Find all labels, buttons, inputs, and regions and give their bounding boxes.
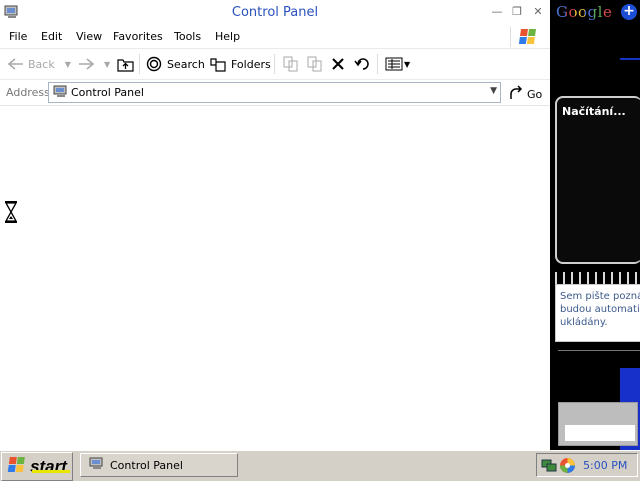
move-to-button[interactable] — [283, 55, 299, 73]
hourglass-icon — [4, 201, 18, 226]
search-icon — [146, 56, 163, 73]
system-tray: 5:00 PM — [536, 453, 638, 477]
back-dropdown-icon[interactable]: ▼ — [65, 60, 71, 69]
control-panel-icon — [53, 85, 69, 102]
undo-icon — [354, 57, 371, 71]
start-button[interactable]: start — [1, 452, 73, 481]
folders-button[interactable]: Folders — [210, 55, 271, 73]
back-arrow-icon — [8, 58, 24, 70]
google-logo-text: Google — [556, 3, 613, 21]
windows-flag-icon — [7, 456, 27, 477]
minimize-button[interactable]: — — [490, 5, 504, 19]
start-highlight — [32, 470, 70, 473]
clock[interactable]: 5:00 PM — [583, 459, 627, 472]
restore-button[interactable]: ❐ — [510, 5, 524, 19]
views-button[interactable]: ▼ — [385, 55, 410, 73]
search-label: Search — [167, 57, 205, 71]
menu-edit[interactable]: Edit — [41, 30, 62, 43]
taskbar-button-label: Control Panel — [110, 458, 183, 472]
menu-help[interactable]: Help — [215, 30, 240, 43]
menu-tools[interactable]: Tools — [174, 30, 201, 43]
control-panel-window: Control Panel — ❐ ✕ File Edit View Favor… — [0, 0, 550, 450]
address-label: Address — [6, 86, 50, 99]
sidebar-search-input[interactable] — [565, 425, 635, 441]
toolbar-separator — [139, 54, 140, 74]
address-value: Control Panel — [71, 86, 144, 99]
go-arrow-icon — [508, 85, 524, 104]
scratch-pad-line: ukládány. — [560, 317, 608, 328]
up-button[interactable] — [117, 55, 134, 73]
forward-arrow-icon — [78, 58, 94, 70]
tray-app-icon[interactable] — [559, 457, 576, 477]
window-title: Control Panel — [231, 5, 319, 20]
taskbar: start Control Panel 5:00 PM — [0, 450, 640, 481]
sidebar-accent-line — [620, 58, 640, 60]
delete-icon — [331, 57, 345, 71]
address-bar: Address Control Panel ▼ Go — [0, 80, 550, 106]
menu-bar: File Edit View Favorites Tools Help — [0, 26, 550, 49]
control-panel-icon — [89, 457, 105, 474]
folder-content-area[interactable] — [0, 106, 550, 450]
move-to-icon — [283, 56, 299, 72]
sidebar-search-gadget — [558, 402, 638, 446]
toolbar-separator — [377, 54, 378, 74]
menu-view[interactable]: View — [76, 30, 102, 43]
standard-toolbar: Back ▼ ▼ Search Folders ▼ — [0, 49, 550, 80]
copy-to-button[interactable] — [307, 55, 323, 73]
go-label: Go — [527, 88, 543, 101]
scratch-pad-line: Sem pište poznám — [560, 291, 640, 302]
go-button[interactable]: Go — [508, 85, 542, 104]
taskbar-button-control-panel[interactable]: Control Panel — [80, 453, 238, 477]
folder-up-icon — [117, 57, 134, 72]
network-tray-icon[interactable] — [541, 457, 557, 476]
views-dropdown-icon[interactable]: ▼ — [404, 60, 410, 69]
scratch-pad-gadget[interactable]: Sem pište poznám budou automatic ukládán… — [555, 284, 640, 342]
address-field[interactable]: Control Panel ▼ — [48, 82, 501, 103]
loading-gadget[interactable]: Načítání... — [555, 96, 640, 264]
windows-flag-icon — [510, 27, 549, 47]
back-label: Back — [28, 57, 55, 71]
gadget-loading-text: Načítání... — [562, 105, 626, 118]
undo-button[interactable] — [354, 55, 371, 73]
google-logo: Google — [556, 3, 612, 21]
back-button[interactable]: Back ▼ — [8, 55, 71, 73]
search-button[interactable]: Search — [146, 55, 205, 73]
folders-icon — [210, 57, 227, 72]
scratch-pad-hint: Sem pište poznám budou automatic ukládán… — [560, 290, 640, 329]
close-button[interactable]: ✕ — [531, 5, 545, 19]
forward-dropdown-icon[interactable]: ▼ — [104, 60, 110, 69]
google-desktop-sidebar: Google + Načítání... Sem pište poznám bu… — [550, 0, 640, 450]
menu-file[interactable]: File — [9, 30, 27, 43]
forward-button[interactable]: ▼ — [78, 55, 110, 73]
delete-button[interactable] — [331, 55, 345, 73]
views-icon — [385, 57, 403, 71]
add-gadget-button[interactable]: + — [621, 4, 637, 20]
sidebar-divider — [558, 350, 640, 351]
title-bar[interactable]: Control Panel — ❐ ✕ — [0, 0, 550, 27]
start-label: start — [30, 456, 67, 476]
scratch-pad-line: budou automatic — [560, 304, 640, 315]
toolbar-separator — [274, 54, 275, 74]
folders-label: Folders — [231, 57, 271, 71]
address-dropdown-icon[interactable]: ▼ — [490, 86, 497, 96]
menu-favorites[interactable]: Favorites — [113, 30, 163, 43]
copy-to-icon — [307, 56, 323, 72]
